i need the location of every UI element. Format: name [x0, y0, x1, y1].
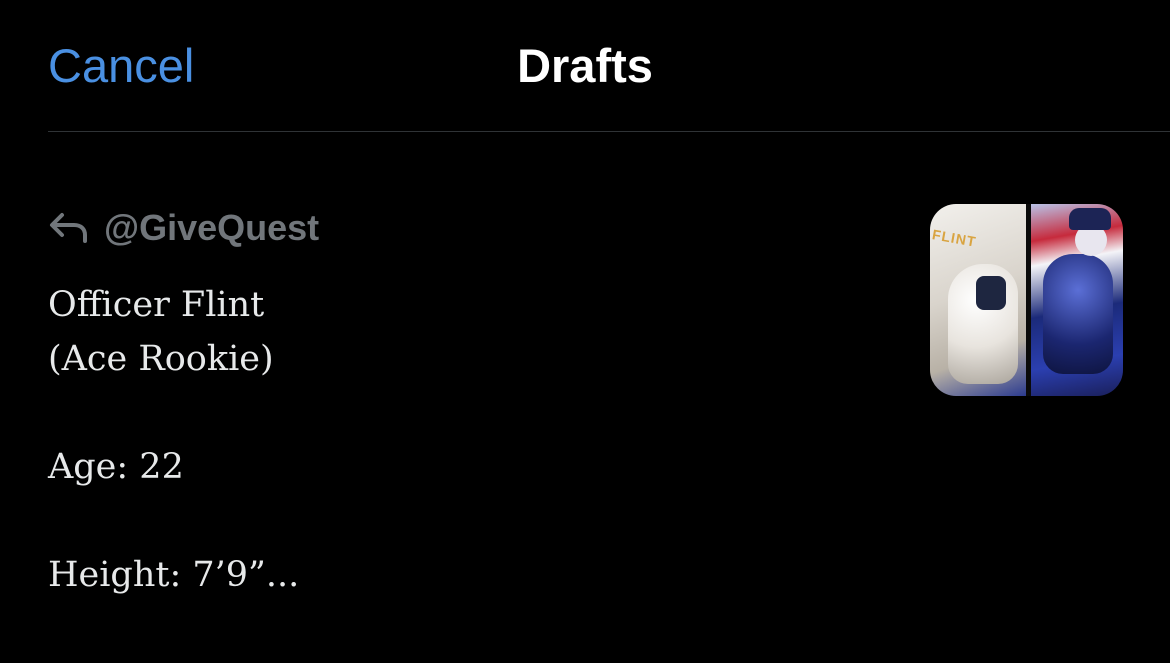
thumbnail-left-panel: FLINT	[930, 204, 1026, 396]
thumbnail-logo: FLINT	[930, 226, 978, 250]
header-divider	[48, 131, 1170, 132]
reply-handle: @GiveQuest	[104, 207, 320, 248]
reply-context: @GiveQuest	[48, 206, 319, 250]
thumbnail-right-panel	[1031, 204, 1123, 396]
thumbnail-hat	[1069, 208, 1111, 230]
navigation-header: Cancel Drafts	[0, 0, 1170, 132]
reply-arrow-icon	[50, 213, 87, 243]
media-thumbnail[interactable]: FLINT	[930, 204, 1123, 396]
draft-text: Officer Flint (Ace Rookie) Age: 22 Heigh…	[48, 285, 300, 595]
page-title: Drafts	[517, 39, 653, 92]
thumbnail-fist	[976, 276, 1006, 310]
thumbnail-figure-right	[1043, 254, 1113, 374]
draft-item[interactable]: @GiveQuest Officer Flint (Ace Rookie) Ag…	[0, 180, 1170, 620]
